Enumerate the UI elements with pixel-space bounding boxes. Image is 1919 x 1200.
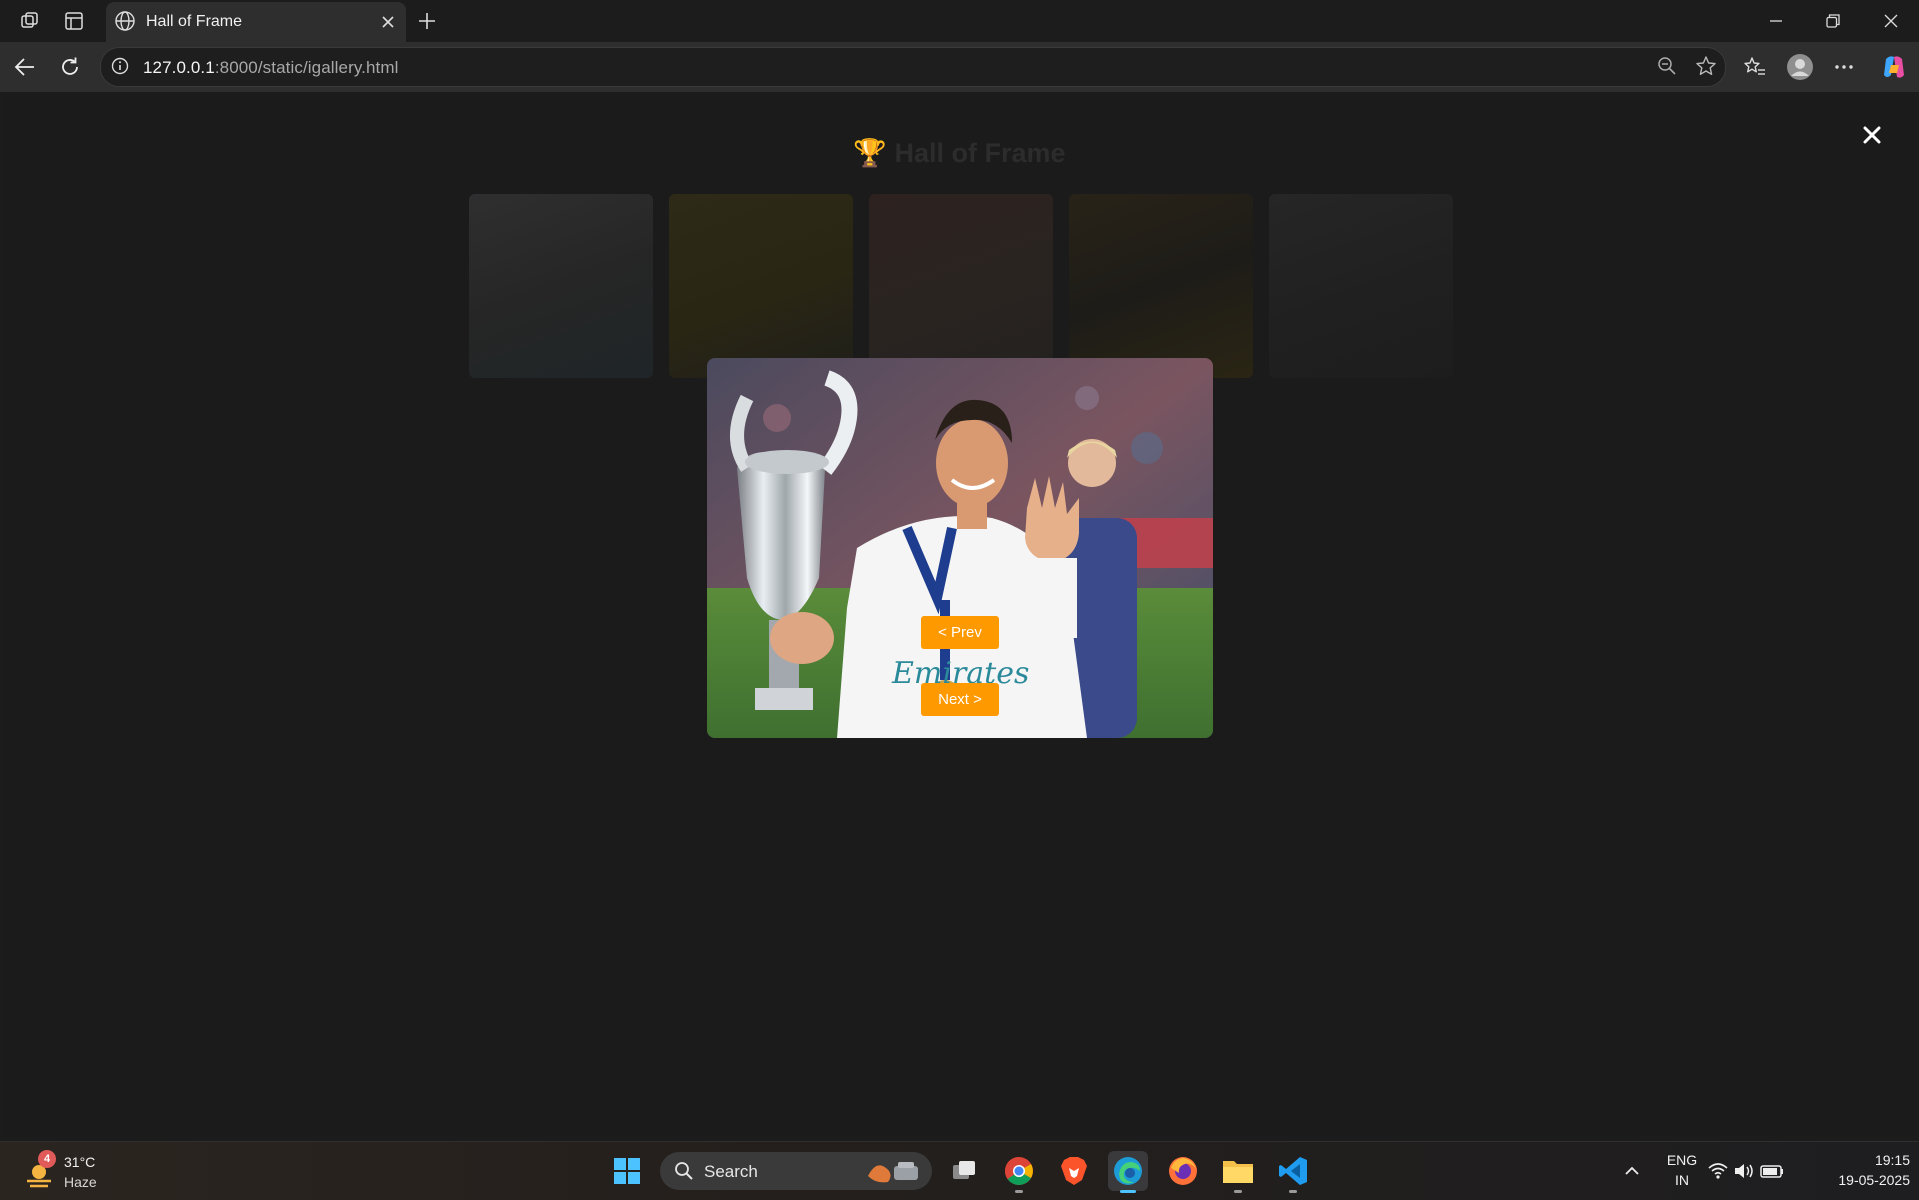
tab-close-icon[interactable] xyxy=(376,10,400,34)
weather-temperature: 31°C xyxy=(64,1154,96,1170)
gallery-thumbnail[interactable] xyxy=(869,194,1053,378)
more-options-icon[interactable] xyxy=(1829,52,1859,82)
weather-widget[interactable]: 4 31°C Haze xyxy=(20,1150,120,1194)
brave-icon[interactable] xyxy=(1054,1151,1094,1191)
window-close-icon[interactable] xyxy=(1869,6,1913,36)
address-bar[interactable]: 127.0.0.1:8000/static/igallery.html xyxy=(100,47,1726,87)
clock-date[interactable]: 19-05-2025 xyxy=(1800,1172,1910,1188)
favorite-star-icon[interactable] xyxy=(1695,55,1717,82)
weather-condition: Haze xyxy=(64,1174,97,1190)
lightbox-image: Emirates xyxy=(707,358,1213,738)
chrome-icon[interactable] xyxy=(999,1151,1039,1193)
browser-tab-bar: Hall of Frame xyxy=(0,0,1919,42)
edge-icon[interactable] xyxy=(1108,1151,1148,1193)
search-icon xyxy=(675,1162,693,1180)
running-indicator xyxy=(1120,1190,1136,1193)
running-indicator xyxy=(1015,1190,1023,1193)
wifi-icon xyxy=(1708,1163,1728,1179)
minimize-icon[interactable] xyxy=(1754,6,1798,36)
zoom-out-icon[interactable] xyxy=(1657,56,1677,81)
gallery-thumbnail[interactable] xyxy=(669,194,853,378)
search-highlight-icon xyxy=(868,1162,918,1183)
taskbar-search[interactable]: Search xyxy=(660,1152,932,1190)
gallery-thumbnail[interactable] xyxy=(1269,194,1453,378)
url-path: :8000/static/igallery.html xyxy=(214,58,399,77)
running-indicator xyxy=(1289,1190,1297,1193)
battery-icon xyxy=(1760,1165,1783,1178)
lightbox-close-icon[interactable] xyxy=(1856,119,1888,151)
globe-icon xyxy=(114,10,136,37)
search-label: Search xyxy=(704,1162,758,1181)
start-windows-icon[interactable] xyxy=(607,1151,647,1191)
language-indicator-line1[interactable]: ENG xyxy=(1662,1152,1702,1168)
url-text: 127.0.0.1:8000/static/igallery.html xyxy=(143,58,399,78)
copilot-icon[interactable] xyxy=(1879,52,1909,82)
restore-icon[interactable] xyxy=(1811,6,1855,36)
refresh-icon[interactable] xyxy=(55,52,85,82)
vscode-icon[interactable] xyxy=(1273,1151,1313,1193)
prev-button[interactable]: < Prev xyxy=(921,616,999,649)
site-info-icon[interactable] xyxy=(111,57,129,80)
show-hidden-icons-chevron-up-icon[interactable] xyxy=(1612,1151,1652,1191)
new-tab-plus-icon[interactable] xyxy=(412,8,442,34)
windows-taskbar: 4 31°C Haze Search ENG IN 19:15 19-05-20… xyxy=(0,1141,1919,1200)
browser-toolbar: 127.0.0.1:8000/static/igallery.html xyxy=(0,42,1919,92)
gallery-thumbnail[interactable] xyxy=(469,194,653,378)
vertical-tabs-icon[interactable] xyxy=(61,8,87,34)
clock-time[interactable]: 19:15 xyxy=(1800,1152,1910,1168)
tab-title: Hall of Frame xyxy=(146,13,243,30)
favorites-icon[interactable] xyxy=(1740,52,1770,82)
task-view-icon[interactable] xyxy=(944,1151,984,1191)
profile-avatar-icon[interactable] xyxy=(1785,52,1815,82)
volume-icon xyxy=(1735,1164,1753,1178)
gallery-thumbnail[interactable] xyxy=(1069,194,1253,378)
quick-settings[interactable] xyxy=(1706,1151,1786,1191)
firefox-icon[interactable] xyxy=(1163,1151,1203,1191)
tab-hall-of-frame[interactable]: Hall of Frame xyxy=(106,2,406,42)
workspaces-icon[interactable] xyxy=(17,8,43,34)
running-indicator xyxy=(1234,1190,1242,1193)
page-viewport: 🏆 Hall of Frame Emirates < Prev Next > xyxy=(5,93,1914,1135)
notification-badge: 4 xyxy=(38,1150,56,1168)
page-title: 🏆 Hall of Frame xyxy=(853,138,1066,168)
back-arrow-icon[interactable] xyxy=(10,52,40,82)
language-indicator-line2[interactable]: IN xyxy=(1662,1172,1702,1188)
next-button[interactable]: Next > xyxy=(921,683,999,716)
url-host: 127.0.0.1 xyxy=(143,58,215,77)
file-explorer-icon[interactable] xyxy=(1218,1151,1258,1193)
